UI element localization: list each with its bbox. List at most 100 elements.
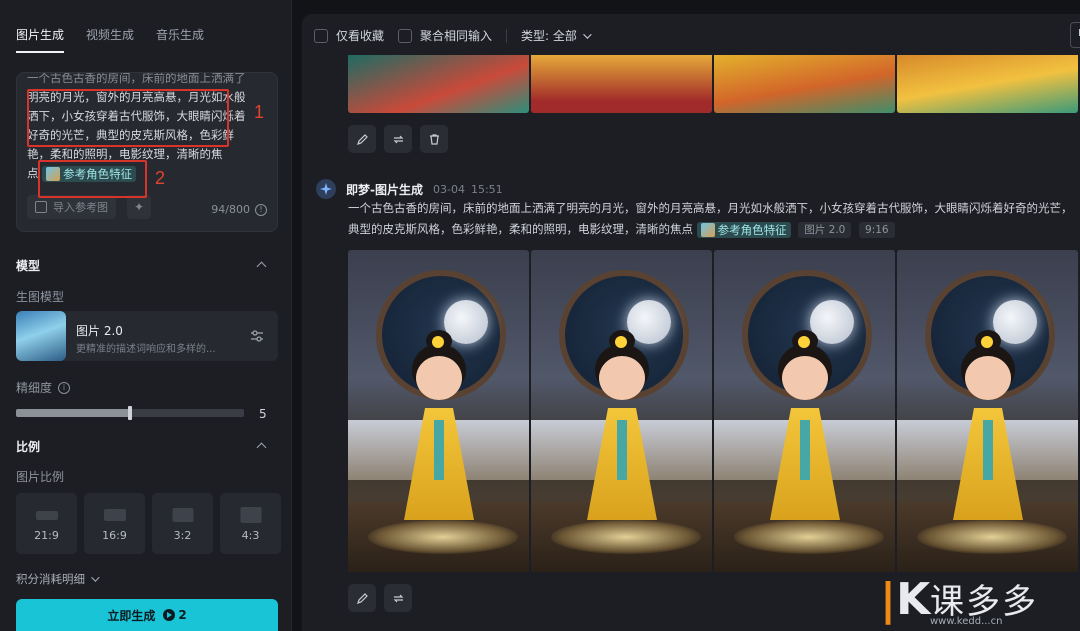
watermark-logo-letter: K	[896, 574, 931, 625]
left-panel: 图片生成 视频生成 音乐生成 一个古色古香的房间，床前的地面上洒满了 明亮的月光…	[0, 0, 292, 631]
girl-character	[581, 330, 661, 530]
tab-music-gen[interactable]: 音乐生成	[156, 26, 204, 53]
pencil-icon	[356, 133, 368, 145]
watermark-url: www.kedd...cn	[930, 616, 1003, 627]
ratio-option-3-2[interactable]: 3:2	[152, 493, 213, 554]
toolbar-divider	[506, 28, 508, 43]
regenerate-button[interactable]	[384, 584, 412, 612]
annotation-box-1	[27, 89, 229, 147]
chevron-down-icon	[91, 573, 100, 582]
merge-same-input-checkbox[interactable]: 聚合相同输入	[398, 27, 492, 44]
previous-result-actions	[348, 125, 448, 153]
prompt-tool-button[interactable]: ✦	[127, 195, 151, 219]
collapse-ratio-icon[interactable]	[256, 442, 267, 453]
model-selector-card[interactable]: 图片 2.0 更精准的描述词响应和多样的...	[16, 311, 278, 361]
watermark-logo: |K 课多多 www.kedd...cn	[880, 572, 1080, 631]
wand-icon: ✦	[133, 200, 145, 214]
hair-flower	[798, 336, 810, 348]
edit-button[interactable]	[348, 584, 376, 612]
result-image[interactable]	[348, 250, 529, 572]
collapse-model-icon[interactable]	[256, 261, 267, 272]
ratio-section-title: 比例	[16, 440, 41, 454]
tab-image-gen[interactable]: 图片生成	[16, 26, 65, 53]
model-name: 图片 2.0	[76, 324, 123, 338]
generate-cost: 2	[178, 608, 187, 622]
ratio-tag: 9:16	[859, 221, 895, 238]
hair-flower	[981, 336, 993, 348]
result-image[interactable]	[348, 55, 529, 113]
trash-icon	[429, 133, 439, 145]
annotation-box-2	[38, 160, 147, 198]
dreamina-star-icon	[316, 179, 336, 199]
info-icon[interactable]: i	[58, 381, 71, 394]
reference-thumbnail	[700, 222, 715, 237]
import-reference-label: 导入参考图	[53, 201, 108, 214]
ratio-option-16-9[interactable]: 16:9	[84, 493, 145, 554]
result-image[interactable]	[897, 55, 1078, 113]
detail-slider-handle[interactable]	[128, 406, 132, 420]
model-description: 更精准的描述词响应和多样的...	[76, 344, 216, 355]
char-counter: 94/800 !	[211, 203, 267, 216]
result-image[interactable]	[714, 55, 895, 113]
credit-details-label: 积分消耗明细	[16, 572, 85, 586]
ratio-label: 3:2	[173, 529, 192, 542]
result-image[interactable]	[897, 250, 1078, 572]
ratio-shape-icon	[35, 511, 58, 520]
model-section-title: 模型	[16, 259, 41, 273]
type-filter-select[interactable]: 类型: 全部	[521, 27, 592, 44]
hair-flower	[615, 336, 627, 348]
result-image[interactable]	[714, 250, 895, 572]
ratio-label: 16:9	[102, 529, 127, 542]
teal-sash	[617, 420, 627, 480]
generation-time: 15:51	[470, 182, 503, 196]
ratio-option-4-3[interactable]: 4:3	[220, 493, 281, 554]
regenerate-button[interactable]	[384, 125, 412, 153]
info-icon[interactable]: !	[255, 203, 267, 216]
detail-label-row: 精细度 i	[16, 379, 71, 396]
face	[599, 356, 645, 400]
annotation-number-2: 2	[155, 168, 166, 188]
model-sub-label: 生图模型	[16, 290, 65, 304]
ratio-option-21-9[interactable]: 21:9	[16, 493, 77, 554]
ratio-sub-label: 图片比例	[16, 470, 65, 484]
tab-video-gen[interactable]: 视频生成	[86, 26, 134, 53]
face	[965, 356, 1011, 400]
generate-label: 立即生成	[107, 608, 156, 623]
pencil-icon	[356, 592, 368, 604]
girl-character	[398, 330, 478, 530]
ratio-label: 4:3	[241, 529, 260, 542]
favorites-only-checkbox[interactable]: 仅看收藏	[314, 27, 384, 44]
face	[782, 356, 828, 400]
import-reference-button[interactable]: 导入参考图	[27, 195, 116, 219]
ratio-shape-icon	[172, 508, 193, 522]
prompt-line: 一个古色古香的房间，床前的地面上洒满了	[27, 72, 246, 85]
generation-prompt: 一个古色古香的房间，床前的地面上洒满了明亮的月光，窗外的月亮高悬，月光如水般洒下…	[348, 198, 1078, 240]
reference-character-chip[interactable]: 参考角色特征	[696, 221, 791, 238]
result-image[interactable]	[531, 250, 712, 572]
refresh-icon	[393, 135, 403, 143]
detail-slider[interactable]	[16, 406, 244, 420]
teal-sash	[983, 420, 993, 480]
girl-character	[764, 330, 844, 530]
refresh-icon	[393, 594, 403, 602]
watermark-k-logo: |K	[880, 574, 931, 625]
generate-button[interactable]: 立即生成 2	[16, 599, 278, 631]
detail-label: 精细度	[16, 381, 53, 395]
favorites-only-label: 仅看收藏	[336, 29, 385, 43]
edit-button[interactable]	[348, 125, 376, 153]
generated-images	[348, 250, 1078, 572]
corner-button[interactable]: B	[1070, 22, 1080, 48]
results-panel: 仅看收藏 聚合相同输入 类型: 全部 B 即梦-	[302, 14, 1080, 631]
result-image[interactable]	[531, 55, 712, 113]
credit-details-toggle[interactable]: 积分消耗明细	[16, 571, 100, 587]
ratio-shape-icon	[103, 509, 126, 521]
char-counter-value: 94/800	[211, 203, 250, 216]
mode-tabs: 图片生成 视频生成 音乐生成	[16, 26, 204, 53]
merge-same-input-label: 聚合相同输入	[420, 29, 493, 43]
generation-name: 即梦-图片生成	[346, 182, 423, 197]
sliders-icon[interactable]	[250, 329, 264, 343]
generation-date: 03-04	[432, 182, 465, 196]
results-toolbar: 仅看收藏 聚合相同输入 类型: 全部	[314, 27, 592, 44]
type-filter-label: 类型: 全部	[521, 29, 577, 43]
delete-button[interactable]	[420, 125, 448, 153]
